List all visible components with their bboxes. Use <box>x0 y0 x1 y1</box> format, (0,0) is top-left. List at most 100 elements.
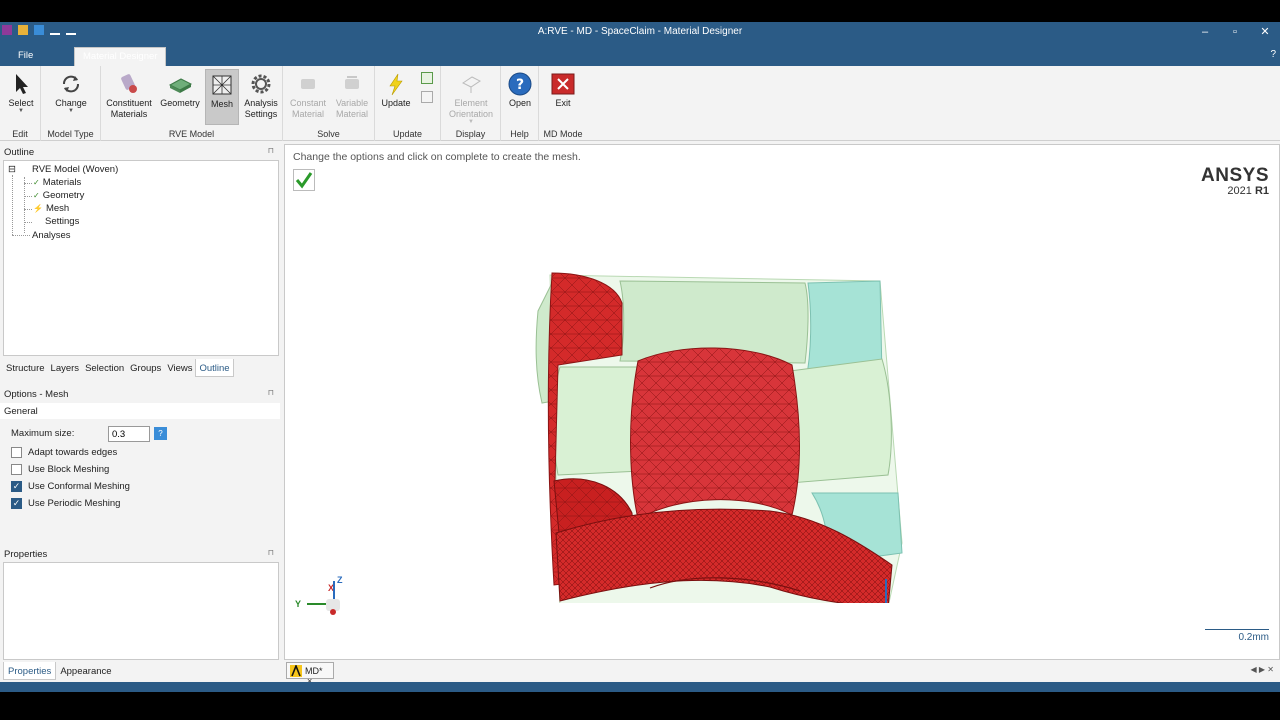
checkbox-checked-icon[interactable]: ✓ <box>11 481 22 492</box>
tab-file[interactable]: File <box>10 47 41 66</box>
check-icon: ✓ <box>33 191 40 200</box>
3d-viewport[interactable]: Change the options and click on complete… <box>284 144 1280 660</box>
exit-icon <box>551 73 575 95</box>
orientation-icon <box>462 76 481 93</box>
group-label-md-mode: MD Mode <box>543 129 583 139</box>
constituent-materials-button[interactable]: Constituent Materials <box>105 69 153 125</box>
maximize-icon[interactable]: ▫ <box>1220 22 1250 44</box>
geometry-icon <box>168 78 193 93</box>
group-model-type: Change ▼ Model Type <box>41 66 101 141</box>
geometry-button[interactable]: Geometry <box>158 69 202 125</box>
status-bar <box>0 682 1280 692</box>
tree-item-rve-model[interactable]: RVE Model (Woven) <box>32 164 118 175</box>
cursor-icon <box>16 74 28 94</box>
chevron-down-icon: ▼ <box>68 108 74 114</box>
minimize-icon[interactable]: – <box>1190 22 1220 44</box>
chevron-down-icon: ▼ <box>468 119 474 125</box>
ansys-doc-icon <box>290 665 302 677</box>
tree-line <box>12 175 13 235</box>
window-controls: – ▫ ✕ <box>1190 22 1280 44</box>
group-label-rve-model: RVE Model <box>168 129 215 139</box>
tab-properties[interactable]: Properties <box>3 662 57 680</box>
rve-woven-model[interactable] <box>530 243 910 603</box>
tree-item-geometry[interactable]: ✓ Geometry <box>33 190 84 201</box>
yarn-green-mid-right <box>789 358 892 484</box>
complete-button[interactable] <box>293 169 315 191</box>
tree-item-mesh[interactable]: ⚡ Mesh <box>33 203 69 214</box>
properties-tab-strip: Properties Appearance <box>3 662 279 680</box>
document-tab-md[interactable]: MD* × <box>286 662 334 686</box>
exit-button[interactable]: Exit <box>545 69 581 125</box>
max-size-label: Maximum size: <box>11 428 75 439</box>
max-size-info-icon[interactable]: ? <box>154 427 167 440</box>
ansys-version: 2021 R1 <box>1227 185 1269 197</box>
tree-line <box>12 235 30 236</box>
update-button[interactable]: Update <box>379 69 413 125</box>
tab-views[interactable]: Views <box>164 359 195 377</box>
checkbox-checked-icon[interactable]: ✓ <box>11 498 22 509</box>
group-rve-model: Constituent Materials Geometry Mesh Anal… <box>101 66 283 141</box>
change-button[interactable]: Change ▼ <box>53 69 89 125</box>
expand-toggle-icon[interactable]: ⊟ <box>8 164 16 175</box>
analysis-settings-button[interactable]: Analysis Settings <box>241 69 281 125</box>
ansys-brand: ANSYS <box>1201 165 1269 186</box>
constant-material-button[interactable]: Constant Material <box>287 69 329 125</box>
variable-material-button[interactable]: Variable Material <box>331 69 373 125</box>
check-icon: ✓ <box>33 178 40 187</box>
axis-triad: Z X Y <box>295 575 355 625</box>
checkbox-icon[interactable] <box>11 447 22 458</box>
mesh-overlay <box>630 347 800 519</box>
tree-item-settings[interactable]: Settings <box>45 216 79 227</box>
gear-icon <box>251 74 271 94</box>
pin-icon[interactable]: ⊓ <box>268 548 274 557</box>
checkbox-adapt-edges[interactable]: Adapt towards edges <box>11 447 117 458</box>
tab-selection[interactable]: Selection <box>82 359 127 377</box>
outline-tree: ⊟ RVE Model (Woven) ✓ Materials ✓ Geometry… <box>3 160 279 356</box>
refresh-small-icon[interactable] <box>421 72 433 84</box>
select-button[interactable]: Select ▼ <box>3 69 39 125</box>
tree-line <box>24 222 32 223</box>
mesh-button[interactable]: Mesh <box>205 69 239 125</box>
tab-scroll-arrows[interactable]: ◀ ▶ ✕ <box>1251 665 1274 674</box>
tab-groups[interactable]: Groups <box>127 359 164 377</box>
refresh-icon <box>63 75 79 93</box>
checkbox-block-meshing[interactable]: Use Block Meshing <box>11 464 109 475</box>
checkbox-periodic-meshing[interactable]: ✓ Use Periodic Meshing <box>11 498 120 509</box>
element-orientation-button[interactable]: Element Orientation ▼ <box>447 69 495 125</box>
max-size-input[interactable] <box>108 426 150 442</box>
window-title: A:RVE - MD - SpaceClaim - Material Desig… <box>537 26 743 37</box>
tab-structure[interactable]: Structure <box>3 359 48 377</box>
pin-icon[interactable]: ⊓ <box>268 146 274 155</box>
group-label-update: Update <box>392 129 423 139</box>
checkbox-conformal-meshing[interactable]: ✓ Use Conformal Meshing <box>11 481 130 492</box>
open-help-button[interactable]: ? Open <box>502 69 538 125</box>
tab-material-designer[interactable]: Material Designer <box>74 47 167 66</box>
tree-item-analyses[interactable]: Analyses <box>32 230 71 241</box>
tab-layers[interactable]: Layers <box>48 359 83 377</box>
outline-header: Outline ⊓ <box>0 144 280 160</box>
chevron-down-icon: ▼ <box>18 108 24 114</box>
screen-frame: A:RVE - MD - SpaceClaim - Material Desig… <box>0 0 1280 720</box>
materials-icon <box>121 74 137 93</box>
options-panel: Maximum size: ? Adapt towards edges Use … <box>3 384 279 544</box>
group-edit: Select ▼ Edit <box>0 66 41 141</box>
tree-line <box>24 196 32 197</box>
tab-outline[interactable]: Outline <box>195 359 234 377</box>
group-label-edit: Edit <box>12 129 28 139</box>
ribbon: Select ▼ Edit Change ▼ Model Type Consti… <box>0 66 1280 141</box>
group-label-solve: Solve <box>317 129 340 139</box>
group-label-help: Help <box>510 129 529 139</box>
mesh-icon <box>212 75 232 95</box>
tab-appearance[interactable]: Appearance <box>56 662 115 680</box>
axis-y-label: Y <box>295 599 302 609</box>
tree-item-materials[interactable]: ✓ Materials <box>33 177 81 188</box>
help-icon[interactable]: ? <box>1270 49 1276 60</box>
group-md-mode: Exit MD Mode <box>539 66 587 141</box>
group-label-model-type: Model Type <box>47 129 94 139</box>
checkbox-icon[interactable] <box>11 464 22 475</box>
close-icon[interactable]: ✕ <box>1250 22 1280 44</box>
clear-small-icon[interactable] <box>421 91 433 103</box>
title-bar: A:RVE - MD - SpaceClaim - Material Desig… <box>0 22 1280 44</box>
document-tab-strip: MD* × ◀ ▶ ✕ <box>284 662 1280 686</box>
tree-line <box>24 177 25 233</box>
